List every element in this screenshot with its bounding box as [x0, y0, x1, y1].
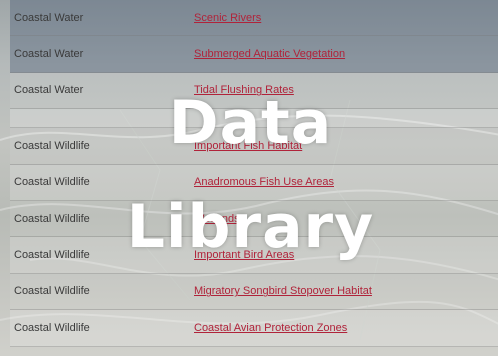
table-row: Coastal Water Scenic Rivers: [10, 0, 500, 37]
overlay-title-line2: Library: [126, 192, 375, 262]
table-row: Coastal Wildlife Migratory Songbird Stop…: [10, 273, 500, 311]
table-row: Coastal Water Submerged Aquatic Vegetati…: [10, 36, 500, 73]
dataset-link[interactable]: Submerged Aquatic Vegetation: [194, 48, 345, 60]
table-row: Coastal Wildlife Coastal Avian Protectio…: [10, 310, 500, 347]
dataset-link[interactable]: Coastal Avian Protection Zones: [194, 322, 347, 334]
category-cell: Coastal Wildlife: [14, 321, 90, 334]
overlay-title-line1: Data: [168, 88, 333, 158]
category-cell: Coastal Water: [14, 48, 84, 61]
dataset-link[interactable]: Migratory Songbird Stopover Habitat: [194, 285, 372, 297]
frame-edge-bottom: [0, 356, 501, 360]
category-cell: Coastal Wildlife: [14, 176, 90, 189]
dataset-link[interactable]: Scenic Rivers: [194, 12, 261, 24]
data-library-banner: Coastal Water Scenic Rivers Coastal Wate…: [0, 0, 501, 360]
category-cell: Coastal Water: [14, 11, 84, 24]
data-table: Coastal Water Scenic Rivers Coastal Wate…: [10, 0, 500, 347]
category-cell: Coastal Wildlife: [14, 285, 90, 298]
dataset-link[interactable]: Anadromous Fish Use Areas: [194, 176, 334, 188]
